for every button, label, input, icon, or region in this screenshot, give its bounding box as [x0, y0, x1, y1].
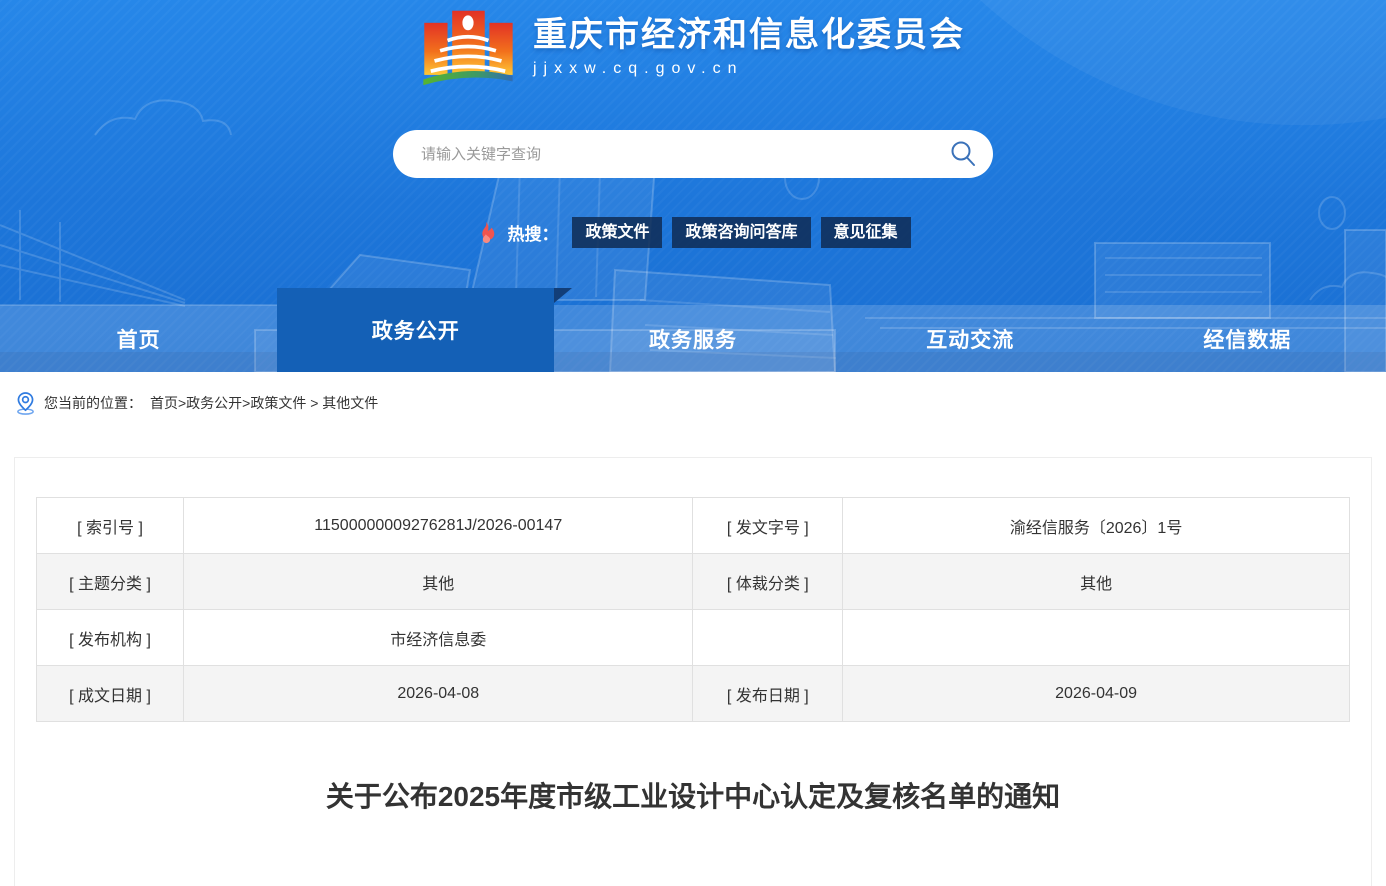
hot-search-item-opinion[interactable]: 意见征集 — [821, 217, 911, 248]
meta-label-subject: [ 主题分类 ] — [37, 554, 184, 610]
site-header[interactable]: 重庆市经济和信息化委员会 jjxxw.cq.gov.cn — [0, 0, 1386, 87]
hot-search-label: 热搜： — [507, 220, 558, 245]
site-title-block: 重庆市经济和信息化委员会 jjxxw.cq.gov.cn — [533, 16, 965, 78]
document-meta-table: [ 索引号 ] 11500000009276281J/2026-00147 [ … — [36, 497, 1350, 722]
search-pill — [393, 130, 993, 178]
table-row: [ 索引号 ] 11500000009276281J/2026-00147 [ … — [37, 498, 1350, 554]
hot-search-row: 热搜： 政策文件 政策咨询问答库 意见征集 — [0, 217, 1386, 248]
meta-value-index-no: 11500000009276281J/2026-00147 — [184, 498, 693, 554]
location-pin-icon — [15, 391, 36, 415]
meta-value-empty — [843, 610, 1350, 666]
meta-value-written-date: 2026-04-08 — [184, 666, 693, 722]
meta-label-written-date: [ 成文日期 ] — [37, 666, 184, 722]
search-bar — [393, 130, 993, 178]
meta-value-subject: 其他 — [184, 554, 693, 610]
site-logo-icon — [421, 7, 515, 87]
site-title: 重庆市经济和信息化委员会 — [533, 16, 965, 55]
breadcrumb-label: 您当前的位置： — [44, 393, 142, 413]
meta-value-publish-date: 2026-04-09 — [843, 666, 1350, 722]
meta-value-genre: 其他 — [843, 554, 1350, 610]
search-input[interactable] — [419, 145, 939, 164]
nav-item-gov-services[interactable]: 政务服务 — [554, 305, 831, 372]
nav-item-home[interactable]: 首页 — [0, 305, 277, 372]
meta-label-empty — [693, 610, 843, 666]
table-row: [ 发布机构 ] 市经济信息委 — [37, 610, 1350, 666]
site-banner: 重庆市经济和信息化委员会 jjxxw.cq.gov.cn 热搜： 政策文件 政策… — [0, 0, 1386, 372]
table-row: [ 主题分类 ] 其他 [ 体裁分类 ] 其他 — [37, 554, 1350, 610]
meta-label-issuer: [ 发布机构 ] — [37, 610, 184, 666]
meta-label-genre: [ 体裁分类 ] — [693, 554, 843, 610]
hot-search-item-policy-files[interactable]: 政策文件 — [572, 217, 662, 248]
nav-item-gov-disclosure[interactable]: 政务公开 — [277, 288, 554, 372]
fire-icon — [475, 221, 497, 245]
meta-label-index-no: [ 索引号 ] — [37, 498, 184, 554]
meta-label-publish-date: [ 发布日期 ] — [693, 666, 843, 722]
meta-value-issuer: 市经济信息委 — [184, 610, 693, 666]
search-button[interactable] — [948, 139, 978, 169]
meta-label-doc-no: [ 发文字号 ] — [693, 498, 843, 554]
nav-item-data[interactable]: 经信数据 — [1109, 305, 1386, 372]
meta-value-doc-no: 渝经信服务〔2026〕1号 — [843, 498, 1350, 554]
main-nav: 首页 政务公开 政务服务 互动交流 经信数据 — [0, 305, 1386, 372]
table-row: [ 成文日期 ] 2026-04-08 [ 发布日期 ] 2026-04-09 — [37, 666, 1350, 722]
document-title: 关于公布2025年度市级工业设计中心认定及复核名单的通知 — [76, 777, 1310, 816]
breadcrumb-path[interactable]: 首页>政务公开>政策文件 > 其他文件 — [150, 393, 378, 413]
breadcrumb: 您当前的位置： 首页>政务公开>政策文件 > 其他文件 — [0, 372, 1386, 433]
nav-item-interaction[interactable]: 互动交流 — [832, 305, 1109, 372]
hot-search-item-policy-qa[interactable]: 政策咨询问答库 — [672, 217, 810, 248]
site-url: jjxxw.cq.gov.cn — [533, 60, 965, 78]
search-icon — [948, 139, 978, 169]
document-card: [ 索引号 ] 11500000009276281J/2026-00147 [ … — [14, 457, 1372, 886]
